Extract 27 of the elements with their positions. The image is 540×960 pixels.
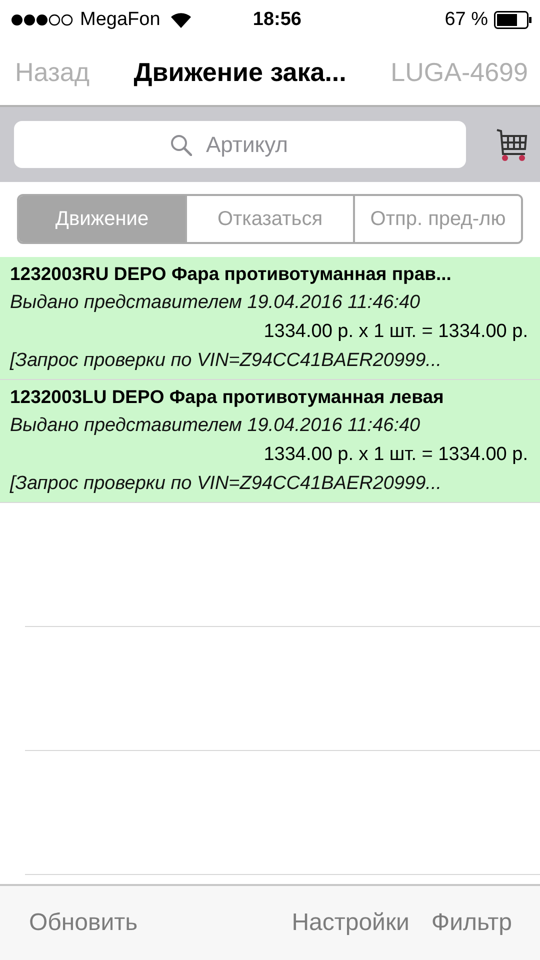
- screen-title: Движение зака...: [134, 57, 346, 88]
- carrier-name: MegaFon: [80, 9, 160, 31]
- signal-icon: [10, 13, 74, 27]
- search-icon: [170, 134, 192, 156]
- item-note: [Запрос проверки по VIN=Z94CC41BAER20999...: [10, 349, 442, 373]
- segment-tab[interactable]: Отпр. пред-лю: [353, 196, 521, 242]
- item-status: Выдано представителем 19.04.2016 11:46:40: [10, 414, 422, 438]
- item-price: 1334.00 р. x 1 шт. = 1334.00 р.: [264, 320, 529, 344]
- order-code-button[interactable]: LUGA-4699: [390, 57, 528, 88]
- back-button[interactable]: Назад: [15, 57, 90, 88]
- toolbar-button[interactable]: Обновить: [29, 909, 138, 937]
- item-title: 1232003RU DEPO Фара противотуманная прав...: [10, 262, 452, 286]
- item-title: 1232003LU DEPO Фара противотуманная левая: [10, 385, 445, 409]
- order-row[interactable]: 1232003LU DEPO Фара противотуманная левая Выдано представителем 19.04.2016 11:46:40 1334.00 р. x 1 шт. = 1334.00 р. [Запрос проверки по VIN=Z94CC41BAER20999...: [0, 380, 540, 503]
- search-field[interactable]: Артикул: [14, 121, 466, 168]
- item-note: [Запрос проверки по VIN=Z94CC41BAER20999...: [10, 472, 442, 496]
- toolbar-button[interactable]: Фильтр: [431, 909, 512, 937]
- clock-time: 18:56: [252, 9, 303, 31]
- order-row[interactable]: 1232003RU DEPO Фара противотуманная прав... Выдано представителем 19.04.2016 11:46:40 1334.00 р. x 1 шт. = 1334.00 р. [Запрос проверки по VIN=Z94CC41BAER20999...: [0, 257, 540, 380]
- wifi-icon: [170, 12, 192, 28]
- cart-icon[interactable]: [496, 128, 528, 162]
- segment-tab[interactable]: Движение: [19, 196, 185, 242]
- item-status: Выдано представителем 19.04.2016 11:46:40: [10, 291, 422, 315]
- item-price: 1334.00 р. x 1 шт. = 1334.00 р.: [264, 443, 529, 467]
- battery-percent: 67 %: [444, 9, 488, 31]
- toolbar-button[interactable]: Настройки: [292, 909, 410, 937]
- battery-icon: [494, 11, 532, 29]
